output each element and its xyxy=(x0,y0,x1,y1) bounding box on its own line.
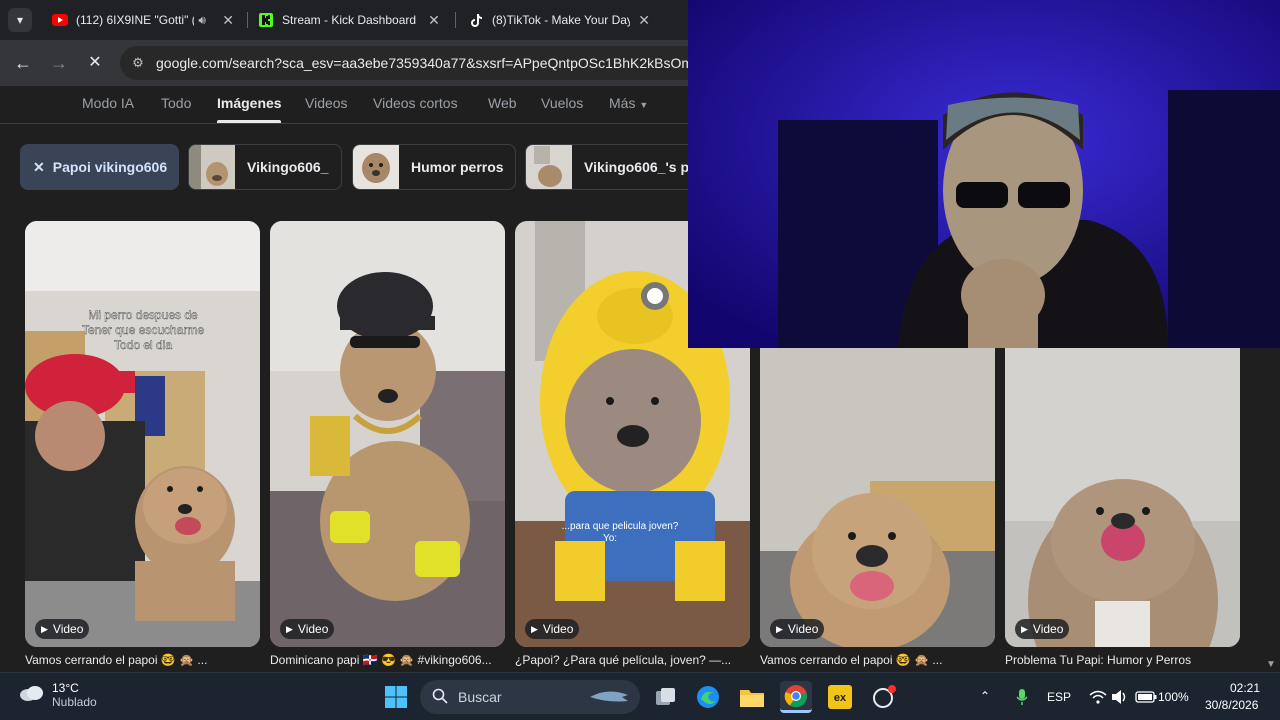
image-result-2[interactable]: ▶ Video xyxy=(270,221,505,647)
nav-videos[interactable]: Videos xyxy=(305,95,348,111)
nav-imagenes[interactable]: Imágenes xyxy=(217,95,282,111)
close-tab-icon[interactable]: ✕ xyxy=(426,12,442,29)
result-image xyxy=(270,221,505,647)
chip-thumbnail xyxy=(526,145,572,189)
chip-label: Humor perros xyxy=(411,159,504,175)
svg-text:ex: ex xyxy=(834,692,847,704)
video-badge: ▶ Video xyxy=(525,619,580,639)
play-icon: ▶ xyxy=(1021,623,1028,634)
overlay-caption-line: ...para que pelicula joven? xyxy=(562,521,679,532)
search-icon xyxy=(432,688,448,707)
chip-vikingo606-pr[interactable]: Vikingo606_'s pr xyxy=(525,144,695,190)
tab-title: (112) 6IX9INE "Gotti" ( xyxy=(76,13,195,27)
tab-title: Stream - Kick Dashboard xyxy=(282,13,417,27)
weather-desc: Nublado xyxy=(52,695,97,709)
chip-label: Papoi vikingo606 xyxy=(52,159,168,175)
taskbar-search[interactable]: Buscar xyxy=(420,680,640,714)
video-badge: ▶ Video xyxy=(35,619,90,639)
result-caption-1[interactable]: Vamos cerrando el papoi 🤓 🙊 ... xyxy=(25,653,265,667)
video-badge: ▶ Video xyxy=(770,619,825,639)
task-view-icon[interactable] xyxy=(650,681,682,713)
nav-todo[interactable]: Todo xyxy=(161,95,191,111)
excel-app-icon[interactable]: ex xyxy=(824,681,856,713)
chrome-icon[interactable] xyxy=(780,681,812,713)
active-tab-indicator xyxy=(217,120,281,123)
nav-web[interactable]: Web xyxy=(488,95,517,111)
search-placeholder: Buscar xyxy=(458,689,502,705)
language-indicator[interactable]: ESP xyxy=(1047,690,1071,704)
result-caption-2[interactable]: Dominicano papi 🇩🇴 😎 🙊 #vikingo606... xyxy=(270,653,510,667)
show-hidden-icons-chevron-icon[interactable]: ⌃ xyxy=(980,689,990,703)
tab-youtube[interactable]: (112) 6IX9INE "Gotti" ( 🔊︎ ✕ xyxy=(44,4,244,36)
clock-time[interactable]: 02:21 xyxy=(1230,681,1260,695)
youtube-icon xyxy=(52,12,68,28)
nav-videos-cortos[interactable]: Videos cortos xyxy=(373,95,458,111)
image-result-1[interactable]: Mi perro despues de Tener que escucharme… xyxy=(25,221,260,647)
windows-taskbar: 13°C Nublado Buscar ex ⌃ ESP 100% 02:21 … xyxy=(0,672,1280,720)
tab-title: (8)TikTok - Make Your Day xyxy=(492,13,631,27)
close-tab-icon[interactable]: ✕ xyxy=(220,12,236,29)
overlay-caption-line: Todo el dia xyxy=(114,338,172,352)
chip-vikingo606[interactable]: Vikingo606_ xyxy=(188,144,342,190)
shark-icon xyxy=(588,687,630,708)
file-explorer-icon[interactable] xyxy=(736,681,768,713)
video-badge: ▶ Video xyxy=(1015,619,1070,639)
webcam-feed xyxy=(688,0,1280,348)
chip-label: Vikingo606_ xyxy=(247,159,329,175)
tab-kick[interactable]: Stream - Kick Dashboard ✕ xyxy=(250,4,450,36)
tiktok-icon xyxy=(468,12,484,28)
chip-humor-perros[interactable]: Humor perros xyxy=(352,144,516,190)
result-caption-5[interactable]: Problema Tu Papi: Humor y Perros xyxy=(1005,653,1245,667)
microphone-icon[interactable] xyxy=(1006,681,1038,713)
nav-modo-ia[interactable]: Modo IA xyxy=(82,95,134,111)
cloud-icon xyxy=(18,684,44,707)
play-icon: ▶ xyxy=(531,623,538,634)
play-icon: ▶ xyxy=(286,623,293,634)
clock-date[interactable]: 30/8/2026 xyxy=(1205,698,1258,712)
back-arrow-icon[interactable]: ← xyxy=(11,51,35,75)
url-text[interactable]: google.com/search?sca_esv=aa3ebe7359340a… xyxy=(156,55,703,71)
nav-mas[interactable]: Más ▼ xyxy=(609,95,648,111)
edge-icon[interactable] xyxy=(692,681,724,713)
nav-vuelos[interactable]: Vuelos xyxy=(541,95,583,111)
result-caption-4[interactable]: Vamos cerrando el papoi 🤓 🙊 ... xyxy=(760,653,1000,667)
play-icon: ▶ xyxy=(41,623,48,634)
kick-icon xyxy=(258,12,274,28)
forward-arrow-icon[interactable]: → xyxy=(47,51,71,75)
tab-tiktok[interactable]: (8)TikTok - Make Your Day ✕ xyxy=(460,4,660,36)
webcam-overlay xyxy=(688,0,1280,348)
weather-widget[interactable]: 13°C Nublado xyxy=(18,681,97,709)
caret-down-icon: ▼ xyxy=(639,100,649,110)
stop-loading-icon[interactable]: ✕ xyxy=(83,51,107,75)
battery-percent: 100% xyxy=(1158,690,1189,704)
overlay-caption-line: Tener que escucharme xyxy=(82,323,204,337)
weather-temp: 13°C xyxy=(52,681,79,695)
chip-thumbnail xyxy=(189,145,235,189)
speaker-icon[interactable]: 🔊︎ xyxy=(198,13,214,28)
chip-thumbnail xyxy=(353,145,399,189)
overlay-caption-line: Yo: xyxy=(603,533,617,544)
overlay-caption-line: Mi perro despues de xyxy=(88,308,198,322)
chip-papoi-vikingo606[interactable]: ✕ Papoi vikingo606 xyxy=(20,144,179,190)
result-image: Mi perro despues de Tener que escucharme… xyxy=(25,221,260,647)
close-icon[interactable]: ✕ xyxy=(33,159,45,176)
tab-search-menu-button[interactable]: ▾ xyxy=(8,8,32,32)
app-notification-icon[interactable] xyxy=(868,681,900,713)
windows-start-icon[interactable] xyxy=(380,681,412,713)
site-settings-icon[interactable]: ⚙︎ xyxy=(130,55,146,71)
scroll-down-arrow-icon[interactable]: ▼ xyxy=(1266,659,1276,670)
result-caption-3[interactable]: ¿Papoi? ¿Para qué película, joven? —... xyxy=(515,653,755,667)
close-tab-icon[interactable]: ✕ xyxy=(636,12,652,29)
play-icon: ▶ xyxy=(776,623,783,634)
chip-label: Vikingo606_'s pr xyxy=(584,159,695,175)
video-badge: ▶ Video xyxy=(280,619,335,639)
